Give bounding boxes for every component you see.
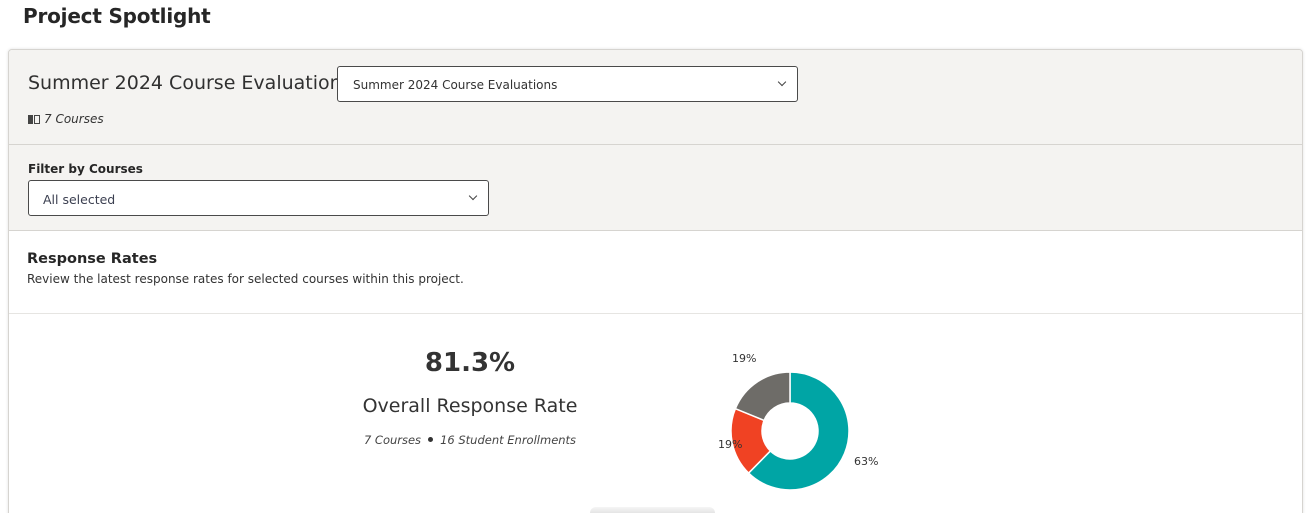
- meta-courses: 7 Courses: [363, 433, 422, 447]
- bottom-shadow: [590, 507, 715, 513]
- donut-slice-label: 19%: [718, 438, 742, 451]
- separator-dot: [428, 437, 434, 442]
- section-title: Response Rates: [27, 251, 158, 267]
- project-select-value: Summer 2024 Course Evaluations: [353, 78, 558, 92]
- chevron-down-icon: [468, 191, 478, 201]
- donut-slice-label: 63%: [854, 455, 878, 468]
- project-header: Summer 2024 Course Evaluations Summer 20…: [9, 50, 1302, 145]
- overall-response-rate-label: Overall Response Rate: [362, 395, 578, 417]
- project-name: Summer 2024 Course Evaluations: [28, 72, 352, 94]
- donut-slice-label: 19%: [732, 352, 756, 365]
- overall-response-rate-value: 81.3%: [424, 348, 516, 378]
- section-subtitle: Review the latest response rates for sel…: [27, 272, 464, 286]
- page-title: Project Spotlight: [23, 4, 211, 28]
- meta-enrollments: 16 Student Enrollments: [440, 433, 577, 447]
- course-count: 7 Courses: [28, 112, 104, 126]
- project-select[interactable]: Summer 2024 Course Evaluations: [337, 66, 798, 102]
- project-card: Summer 2024 Course Evaluations Summer 20…: [8, 49, 1303, 513]
- response-rate-donut-chart: 63% 19% 19%: [718, 352, 878, 491]
- filter-label: Filter by Courses: [28, 162, 143, 176]
- chevron-down-icon: [777, 77, 787, 87]
- filter-section: Filter by Courses All selected: [9, 145, 1302, 231]
- course-filter-select[interactable]: All selected: [28, 180, 489, 216]
- response-rate-meta: 7 Courses 16 Student Enrollments: [300, 433, 640, 447]
- course-filter-value: All selected: [43, 192, 116, 207]
- course-count-label: 7 Courses: [44, 112, 104, 126]
- response-rates-header: Response Rates Review the latest respons…: [9, 231, 1302, 314]
- book-icon: [28, 114, 40, 124]
